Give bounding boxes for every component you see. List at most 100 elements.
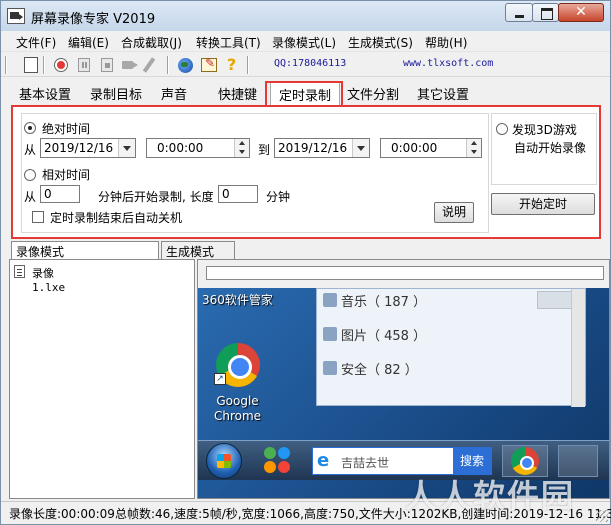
detect-3d-label-line2: 自动开始录像 (514, 141, 587, 155)
tab-file-split[interactable]: 文件分割 (347, 84, 399, 103)
new-button[interactable] (21, 55, 41, 75)
relative-start-minutes-value: 0 (44, 187, 52, 201)
watermark: 人人软件园 (405, 477, 576, 515)
auto-shutdown-checkbox[interactable] (32, 211, 44, 223)
maximize-button[interactable] (532, 3, 559, 22)
end-time-spinner[interactable] (466, 139, 481, 157)
end-date-value: 2019/12/16 (278, 141, 348, 155)
start-date-picker[interactable]: 2019/12/16 (40, 138, 136, 158)
chrome-label-line2: Chrome (214, 409, 262, 423)
help-button[interactable]: ? (223, 55, 243, 75)
pen-button[interactable] (142, 55, 163, 75)
resize-grip-icon[interactable] (596, 510, 608, 522)
recording-file-list[interactable]: 录像1.lxe (9, 259, 195, 499)
menu-compose[interactable]: 合成截取(J) (121, 34, 182, 51)
detect-3d-radio[interactable] (496, 123, 508, 135)
app-logo-icon (7, 8, 25, 24)
start-time-value: 0:00:00 (157, 141, 204, 155)
360-icon (264, 447, 294, 475)
chevron-down-icon[interactable] (118, 139, 135, 157)
relative-time-label: 相对时间 (42, 168, 91, 182)
end-time-value: 0:00:00 (391, 141, 438, 155)
tab-sound[interactable]: 声音 (161, 84, 187, 103)
desktop-app-label: 360软件管家 (202, 293, 273, 307)
menu-help[interactable]: 帮助(H) (425, 34, 467, 51)
menu-edit[interactable]: 编辑(E) (68, 34, 109, 51)
relative-start-minutes-input[interactable]: 0 (40, 185, 80, 203)
tab-other-settings[interactable]: 其它设置 (417, 84, 469, 103)
toolbar-separator (43, 56, 45, 74)
menu-record-mode[interactable]: 录像模式(L) (272, 34, 336, 51)
schedule-time-group: 绝对时间 从 2019/12/16 0:00:00 到 2019/12/16 0… (21, 113, 489, 233)
tab-record-mode[interactable]: 录像模式 (11, 241, 159, 259)
pause-icon (78, 58, 90, 72)
start-date-value: 2019/12/16 (44, 141, 114, 155)
toolbar-separator (5, 56, 7, 74)
toolbar: ? QQ:178046113 www.tlxsoft.com (1, 53, 610, 77)
window-title: 屏幕录像专家 V2019 (31, 12, 156, 27)
from-label: 从 (24, 143, 37, 157)
menu-convert[interactable]: 转换工具(T) (196, 34, 261, 51)
toolbar-separator (167, 56, 169, 74)
new-icon (24, 57, 38, 73)
preview-pane: 360软件管家 ↗ Google Chrome 音乐（ 187 ） 图片（ 45… (197, 259, 610, 499)
inner-scrollbar (571, 289, 585, 407)
inner-window: 音乐（ 187 ） 图片（ 458 ） 安全（ 82 ） (316, 288, 586, 407)
chrome-icon-label: Google Chrome (214, 394, 261, 424)
pen-icon (142, 57, 156, 73)
relative-mid-label: 分钟后开始录制, 长度 (98, 190, 214, 204)
relative-unit-label: 分钟 (266, 190, 291, 204)
tab-basic-settings[interactable]: 基本设置 (19, 84, 71, 103)
ie-icon: e (317, 450, 330, 471)
close-button[interactable]: ✕ (558, 3, 604, 22)
globe-icon (178, 58, 193, 73)
menu-generate-mode[interactable]: 生成模式(S) (348, 34, 413, 51)
help-icon: ? (227, 55, 237, 74)
toolbar-separator (247, 56, 249, 74)
tab-hotkeys[interactable]: 快捷键 (218, 84, 257, 103)
website-button[interactable] (175, 55, 195, 75)
record-icon (55, 59, 67, 71)
register-icon (201, 56, 217, 72)
relative-time-radio[interactable] (24, 169, 36, 181)
record-button[interactable] (51, 55, 71, 75)
website-link[interactable]: www.tlxsoft.com (403, 58, 493, 69)
register-button[interactable] (199, 55, 219, 75)
start-time-input[interactable]: 0:00:00 (146, 138, 250, 158)
end-time-input[interactable]: 0:00:00 (380, 138, 482, 158)
shield-icon (323, 361, 337, 375)
windows-start-icon (206, 443, 242, 479)
absolute-time-label: 绝对时间 (42, 122, 91, 136)
camera-button[interactable] (120, 55, 140, 75)
close-icon: ✕ (575, 4, 587, 20)
camera-icon (122, 61, 138, 69)
start-schedule-button[interactable]: 开始定时 (491, 193, 595, 215)
auto-shutdown-label: 定时录制结束后自动关机 (50, 211, 183, 225)
preview-desktop-image: 360软件管家 ↗ Google Chrome 音乐（ 187 ） 图片（ 45… (198, 288, 609, 498)
file-name: 录像1.lxe (32, 267, 66, 294)
qq-link[interactable]: QQ:178046113 (274, 58, 346, 69)
relative-from-label: 从 (24, 190, 37, 204)
pause-button[interactable] (74, 55, 94, 75)
inner-row-music: 音乐（ 187 ） (341, 295, 427, 310)
explain-button[interactable]: 说明 (434, 202, 474, 223)
relative-length-input[interactable]: 0 (218, 185, 258, 203)
stop-button[interactable] (97, 55, 117, 75)
end-date-picker[interactable]: 2019/12/16 (274, 138, 370, 158)
detect-3d-label-line1: 发现3D游戏 (512, 123, 577, 137)
start-time-spinner[interactable] (234, 139, 249, 157)
menu-bar: 文件(F) 编辑(E) 合成截取(J) 转换工具(T) 录像模式(L) 生成模式… (1, 31, 610, 52)
tab-record-target[interactable]: 录制目标 (90, 84, 142, 103)
mode-tabs: 录像模式 生成模式 (1, 241, 610, 259)
shortcut-arrow-icon: ↗ (214, 373, 226, 385)
scheduled-record-panel: 绝对时间 从 2019/12/16 0:00:00 到 2019/12/16 0… (11, 105, 601, 239)
inner-row-images: 图片（ 458 ） (341, 329, 427, 344)
file-icon (14, 265, 25, 278)
tab-generate-mode[interactable]: 生成模式 (161, 241, 235, 259)
preview-progress-bar[interactable] (206, 266, 604, 280)
relative-length-value: 0 (222, 187, 230, 201)
chevron-down-icon[interactable] (352, 139, 369, 157)
menu-file[interactable]: 文件(F) (16, 34, 56, 51)
minimize-button[interactable] (505, 3, 533, 22)
absolute-time-radio[interactable] (24, 122, 36, 134)
